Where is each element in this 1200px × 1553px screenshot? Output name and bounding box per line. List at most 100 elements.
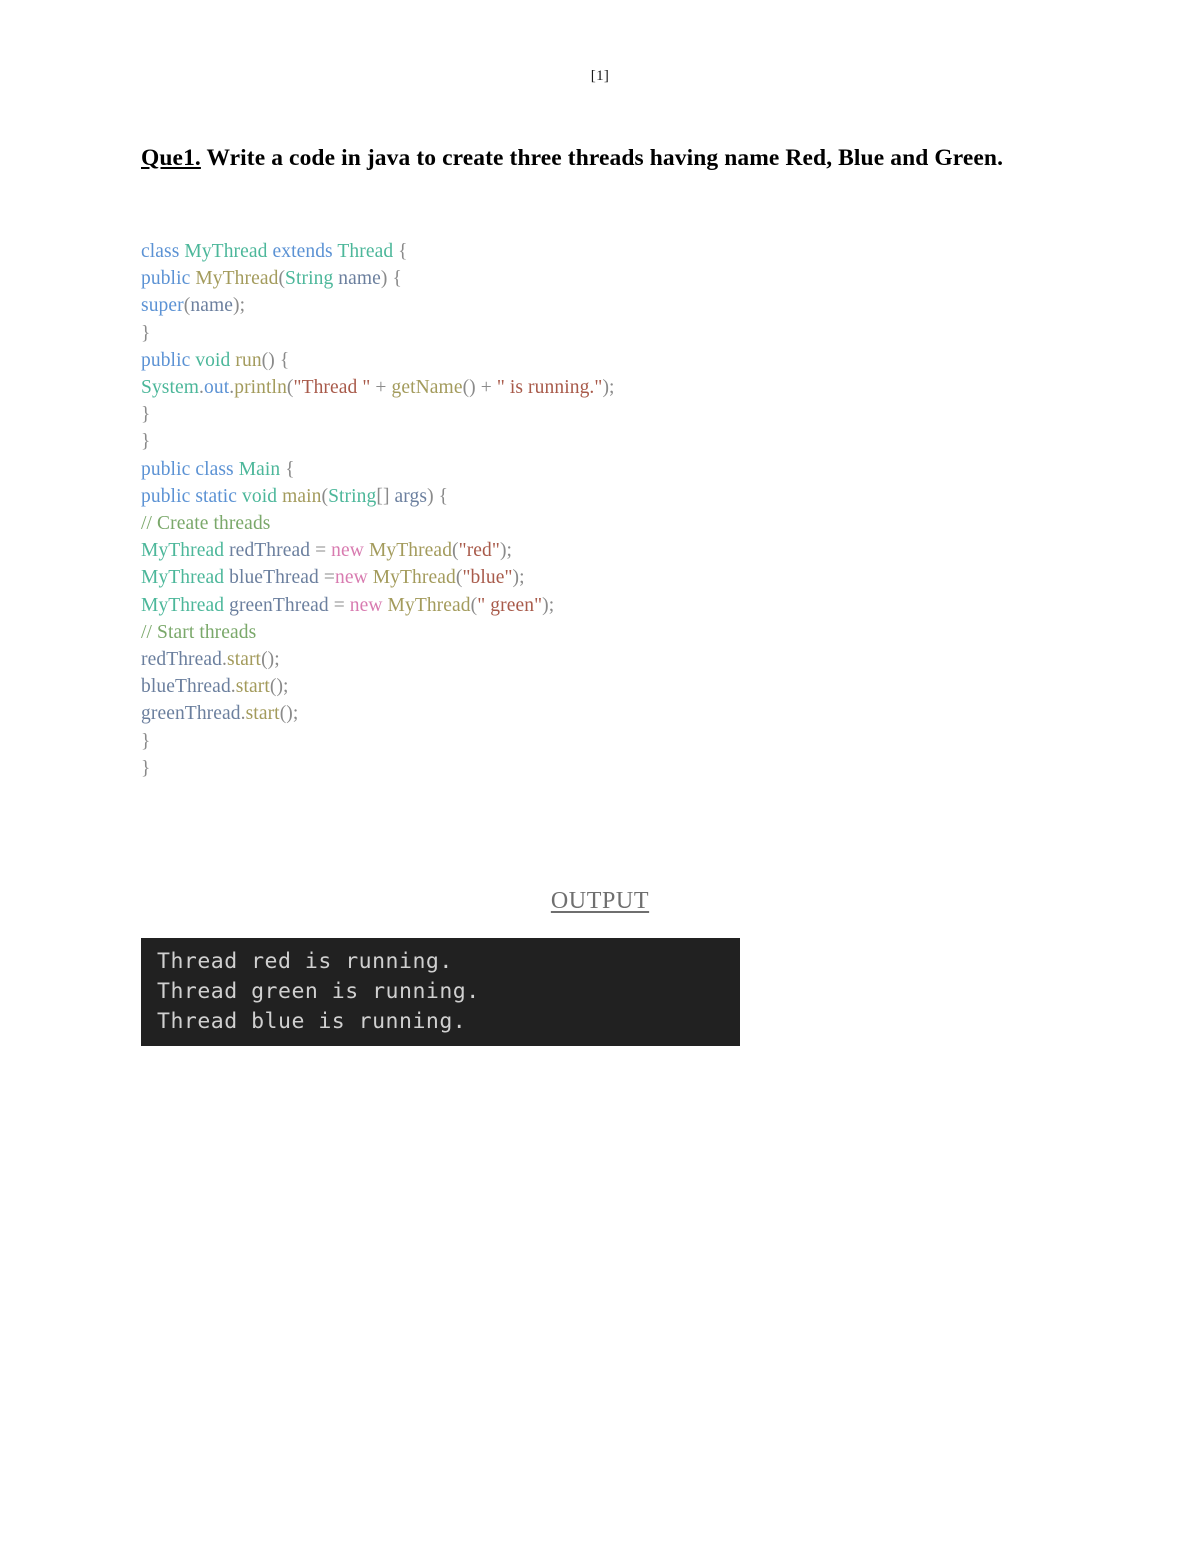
code-token-keyword: public <box>141 349 196 371</box>
code-line: greenThread.start(); <box>141 700 1041 727</box>
code-token-method: MyThread <box>372 567 456 589</box>
code-token-string: "red" <box>458 540 500 562</box>
code-line: } <box>141 401 1041 428</box>
code-token-type: String <box>285 268 339 290</box>
code-line: MyThread greenThread = new MyThread(" gr… <box>141 592 1041 619</box>
code-line: } <box>141 755 1041 782</box>
code-token-type: System <box>141 377 200 399</box>
document-page: [1] Que1. Write a code in java to create… <box>0 0 1200 1553</box>
code-token-string: "blue" <box>462 567 513 589</box>
code-token-punctuation: ( <box>286 377 294 399</box>
code-token-method: main <box>282 485 322 507</box>
code-token-variable: redThread <box>229 540 316 562</box>
code-token-punctuation: ) { <box>380 268 402 290</box>
code-line: MyThread redThread = new MyThread("red")… <box>141 537 1041 564</box>
code-token-type: String <box>328 485 377 507</box>
terminal-output-block: Thread red is running. Thread green is ru… <box>141 938 740 1046</box>
code-token-punctuation: { <box>285 458 295 480</box>
code-token-type: MyThread <box>141 540 230 562</box>
code-token-string: " is running." <box>496 377 603 399</box>
code-token-punctuation: ( <box>452 540 459 562</box>
code-token-type: void <box>195 349 236 371</box>
code-line: MyThread blueThread =new MyThread("blue"… <box>141 564 1041 591</box>
code-line: // Create threads <box>141 510 1041 537</box>
code-token-punctuation: + <box>370 377 392 399</box>
code-line: public static void main(String[] args) { <box>141 483 1041 510</box>
question-label: Que1. <box>141 145 201 171</box>
code-token-method: getName <box>391 377 463 399</box>
code-line: class MyThread extends Thread { <box>141 238 1041 265</box>
code-token-punctuation: (); <box>261 649 280 671</box>
code-token-punctuation: [] <box>376 485 395 507</box>
code-token-method: start <box>245 703 280 725</box>
code-line: } <box>141 728 1041 755</box>
code-line: redThread.start(); <box>141 646 1041 673</box>
code-line: // Start threads <box>141 619 1041 646</box>
code-token-type: Thread <box>337 241 399 262</box>
code-token-variable: name <box>190 295 233 317</box>
code-line: public void run() { <box>141 347 1041 374</box>
code-token-punctuation: ); <box>542 594 555 616</box>
code-token-punctuation: } <box>141 431 151 453</box>
code-token-string: " green" <box>477 594 543 616</box>
code-token-type: MyThread <box>141 567 230 589</box>
code-token-punctuation: () <box>462 377 476 399</box>
page-marker: [1] <box>590 68 610 84</box>
code-token-variable: redThread <box>141 649 223 671</box>
code-token-punctuation: = <box>323 567 335 589</box>
code-token-new: new <box>331 540 369 562</box>
code-token-new: new <box>334 567 373 589</box>
code-token-punctuation: = <box>315 540 332 562</box>
code-token-punctuation: = <box>333 594 350 616</box>
code-token-method: start <box>227 649 262 671</box>
code-token-punctuation: ); <box>499 540 513 562</box>
code-line: System.out.println("Thread " + getName()… <box>141 374 1041 401</box>
question-heading: Que1. Write a code in java to create thr… <box>141 141 1011 175</box>
code-token-variable: greenThread <box>141 703 241 725</box>
code-token-keyword: super <box>141 295 184 317</box>
code-token-punctuation: } <box>141 730 151 752</box>
terminal-line: Thread red is running. <box>157 949 453 974</box>
code-token-method: run <box>235 349 262 371</box>
code-token-keyword: class <box>141 241 185 262</box>
code-token-variable: blueThread <box>229 567 324 589</box>
code-token-comment: // Create threads <box>141 513 271 535</box>
code-token-punctuation: ) { <box>427 485 449 507</box>
code-token-punctuation: ); <box>232 295 246 317</box>
code-token-punctuation: } <box>141 757 151 779</box>
code-token-punctuation: ); <box>602 377 615 399</box>
code-token-variable: args <box>394 485 428 507</box>
code-token-keyword: extends <box>272 241 338 262</box>
code-token-punctuation: } <box>141 404 151 426</box>
code-token-variable: greenThread <box>229 594 334 616</box>
question-text: Write a code in java to create three thr… <box>200 145 1004 171</box>
code-token-keyword: public class <box>141 458 239 480</box>
code-token-keyword: out <box>204 377 230 399</box>
terminal-line: Thread blue is running. <box>157 1009 467 1034</box>
code-line: super(name); <box>141 292 1041 319</box>
code-token-punctuation: { <box>398 241 408 262</box>
code-token-keyword: public static <box>141 485 243 507</box>
code-line: public MyThread(String name) { <box>141 265 1041 292</box>
code-token-comment: // Start threads <box>141 621 257 643</box>
code-token-keyword: public <box>141 268 196 290</box>
code-token-type: void <box>242 485 283 507</box>
code-line: } <box>141 320 1041 347</box>
code-token-punctuation: + <box>475 377 497 399</box>
code-token-punctuation: (); <box>279 703 299 725</box>
output-heading-label: OUTPUT <box>550 888 650 914</box>
code-token-type: MyThread <box>141 594 230 616</box>
code-token-method: MyThread <box>387 594 471 616</box>
output-heading: OUTPUT <box>0 888 1200 915</box>
code-token-new: new <box>349 594 388 616</box>
code-token-type: MyThread <box>184 241 273 262</box>
code-line: public class Main { <box>141 456 1041 483</box>
code-token-type: Main <box>238 458 286 480</box>
code-token-method: MyThread <box>195 268 279 290</box>
code-token-method: println <box>234 377 287 399</box>
code-line: blueThread.start(); <box>141 673 1041 700</box>
code-token-punctuation: () { <box>261 349 290 371</box>
code-token-punctuation: } <box>141 322 151 344</box>
code-token-method: MyThread <box>368 540 453 562</box>
java-code-block: class MyThread extends Thread {public My… <box>141 238 1041 782</box>
